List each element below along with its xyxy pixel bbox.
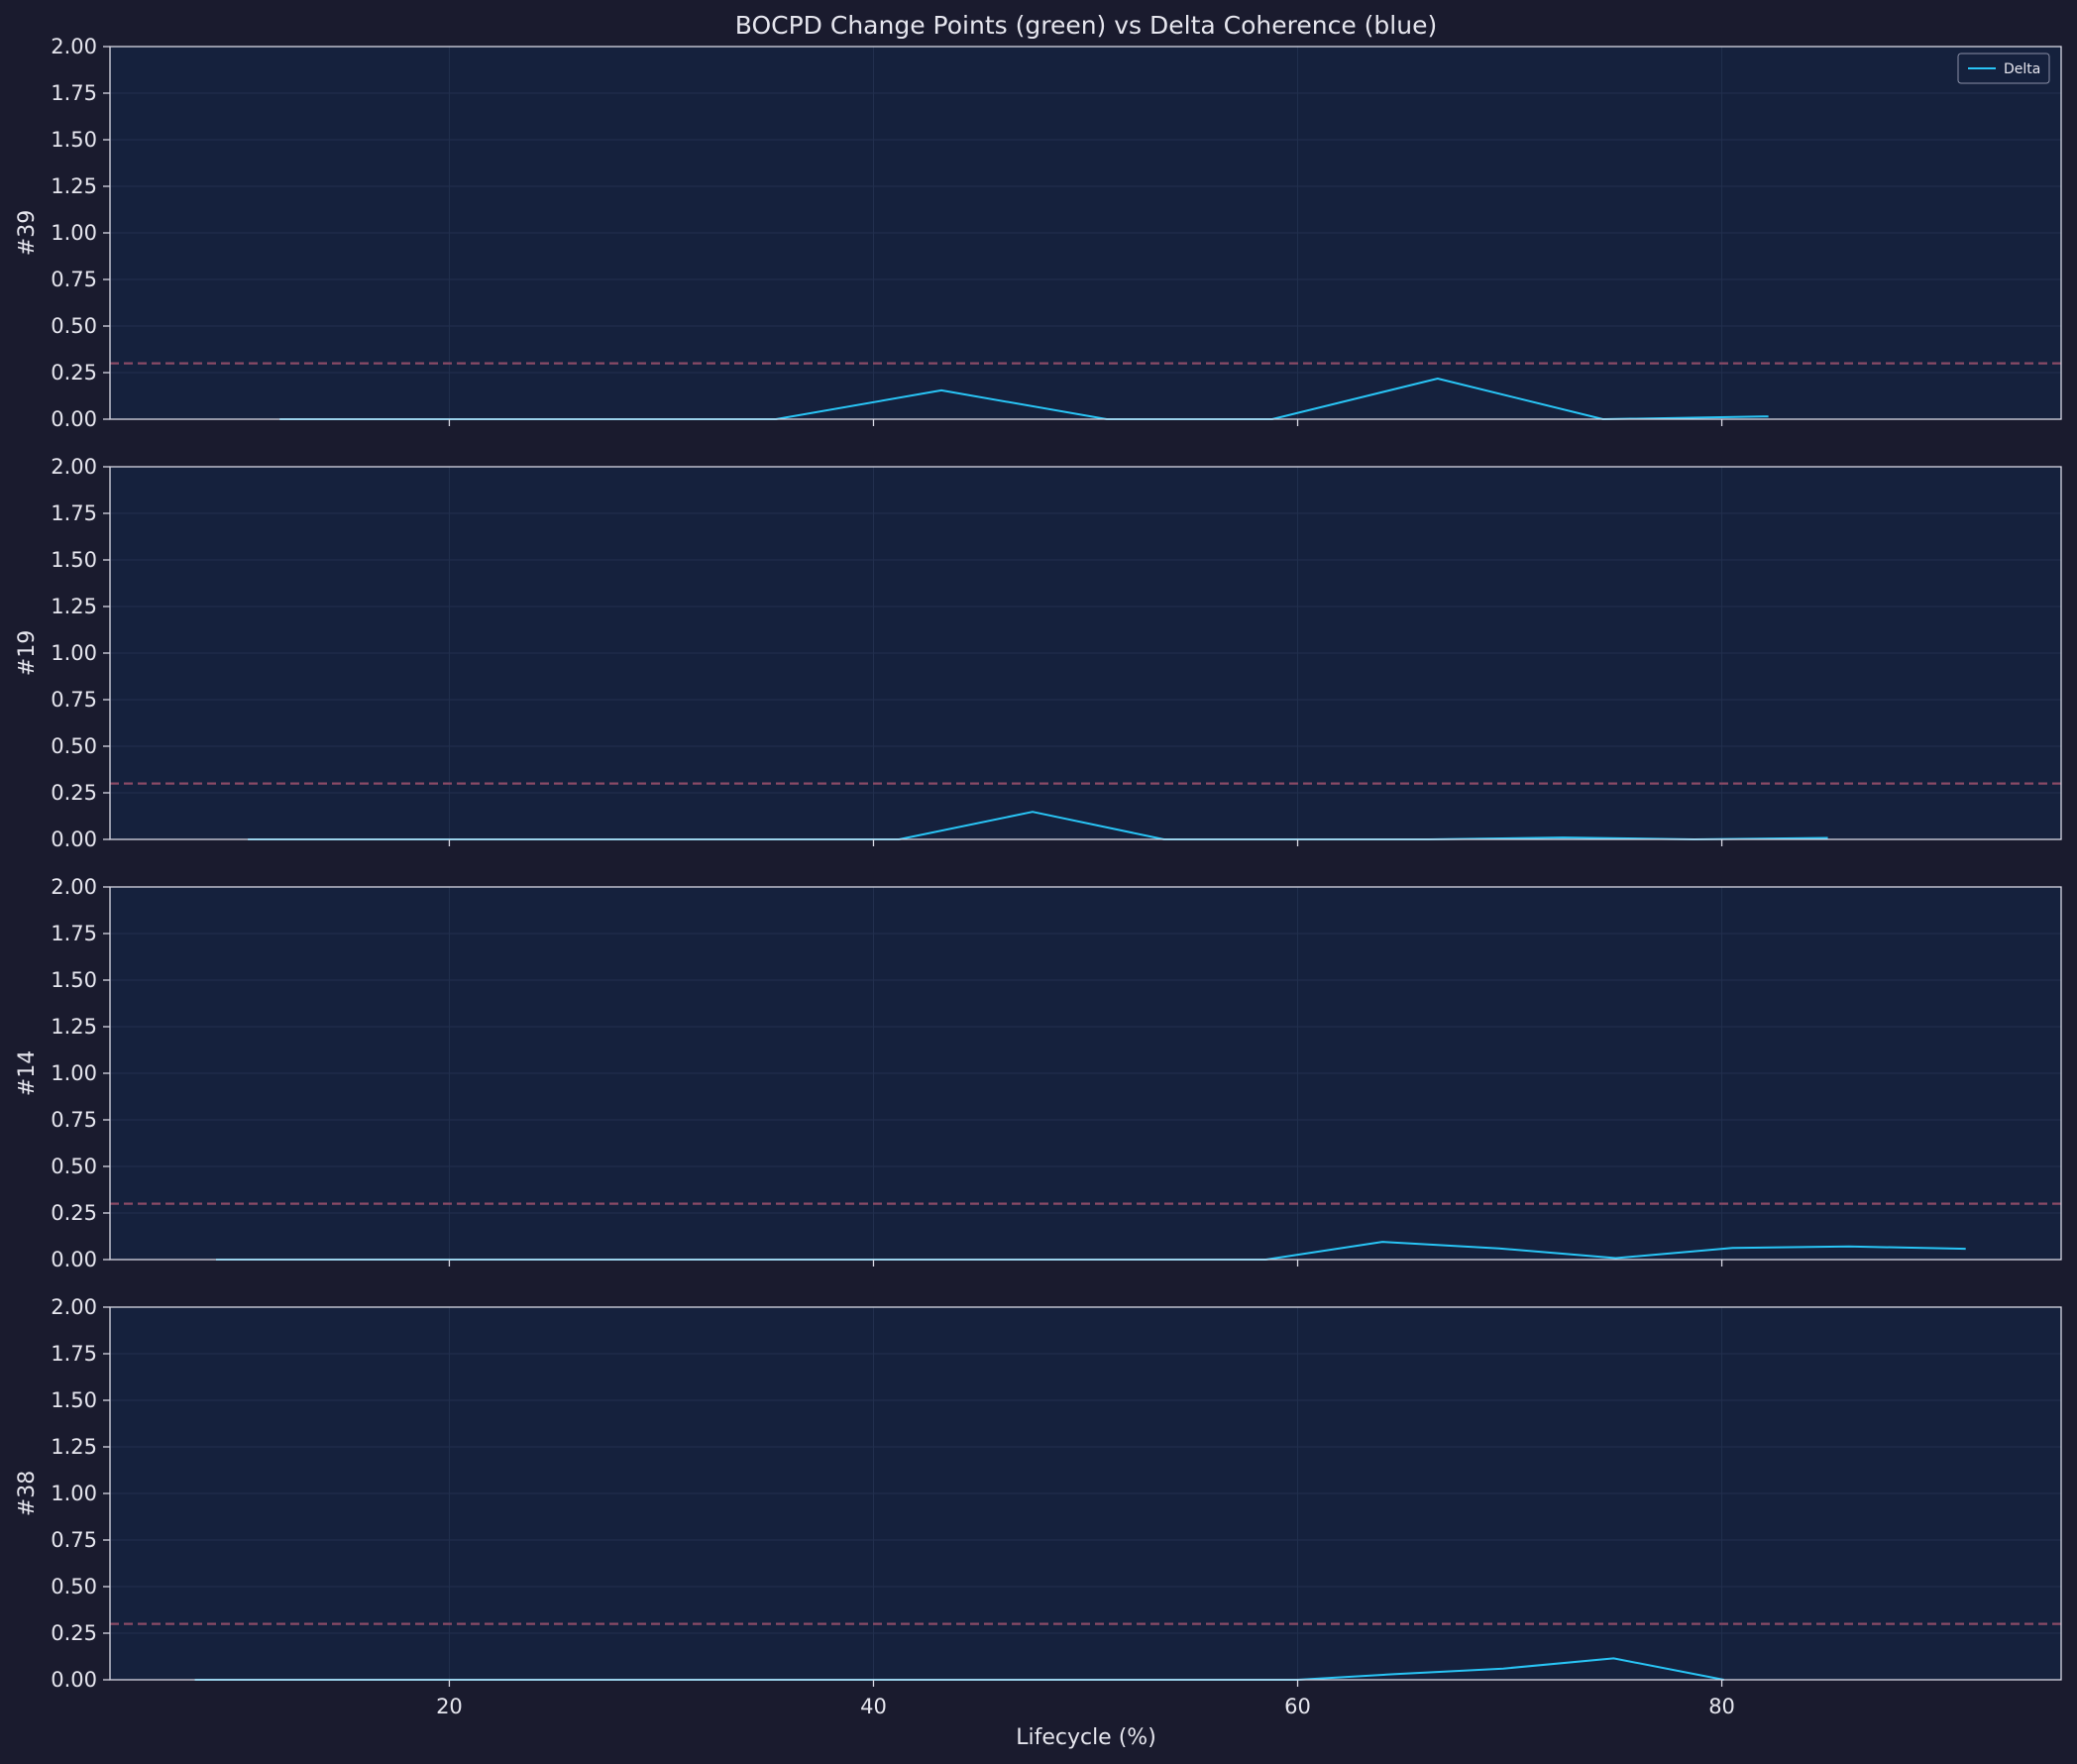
y-tick-label: 1.25 [51, 595, 97, 618]
y-tick-label: 0.75 [51, 688, 97, 712]
y-tick-label: 1.25 [51, 174, 97, 198]
y-tick-label: 2.00 [51, 455, 97, 479]
y-tick-label: 1.75 [51, 81, 97, 105]
chart-figure: BOCPD Change Points (green) vs Delta Coh… [0, 0, 2077, 1764]
y-tick-label: 0.50 [51, 734, 97, 758]
legend-entry: Delta [2004, 61, 2040, 77]
y-axis-label: #14 [15, 1050, 40, 1096]
y-tick-label: 0.00 [51, 1248, 97, 1271]
y-tick-label: 1.50 [51, 968, 97, 992]
subplot-4: 0.00 0.25 0.50 0.75 1.00 1.25 1.50 1.75 2.00 20 40… [15, 1295, 2062, 1718]
y-tick-label: 1.00 [51, 641, 97, 665]
y-axis-label: #39 [15, 210, 40, 256]
y-tick-label: 1.75 [51, 501, 97, 525]
y-tick-label: 0.50 [51, 1155, 97, 1178]
subplot-2: 0.00 0.25 0.50 0.75 1.00 1.25 1.50 1.75 2.00 #19 [15, 455, 2062, 851]
y-tick-label: 1.75 [51, 1342, 97, 1366]
y-tick-label: 0.00 [51, 407, 97, 431]
y-tick-label: 1.25 [51, 1435, 97, 1459]
y-tick-label: 1.50 [51, 548, 97, 572]
y-axis-label: #19 [15, 630, 40, 676]
legend: Delta [1957, 53, 2050, 84]
y-tick-label: 0.50 [51, 314, 97, 338]
subplot-3: 0.00 0.25 0.50 0.75 1.00 1.25 1.50 1.75 2.00 #14 [15, 875, 2062, 1271]
y-tick-label: 0.75 [51, 1528, 97, 1552]
chart-title: BOCPD Change Points (green) vs Delta Coh… [735, 11, 1437, 40]
y-tick-label: 0.75 [51, 1108, 97, 1132]
x-tick-label: 60 [1284, 1695, 1311, 1718]
y-tick-label: 1.50 [51, 1388, 97, 1412]
y-tick-label: 2.00 [51, 35, 97, 58]
y-tick-label: 0.25 [51, 361, 97, 385]
x-tick-label: 20 [436, 1695, 463, 1718]
x-tick-label: 80 [1708, 1695, 1735, 1718]
y-tick-label: 0.00 [51, 1668, 97, 1692]
y-tick-label: 0.25 [51, 781, 97, 805]
y-tick-label: 1.00 [51, 1061, 97, 1085]
x-tick-label: 40 [860, 1695, 887, 1718]
y-tick-label: 1.00 [51, 1482, 97, 1505]
x-axis-label: Lifecycle (%) [1016, 1725, 1156, 1750]
y-tick-label: 1.50 [51, 128, 97, 152]
y-tick-label: 1.00 [51, 221, 97, 245]
y-axis-label: #38 [15, 1471, 40, 1516]
y-tick-label: 2.00 [51, 1295, 97, 1319]
y-tick-label: 1.75 [51, 922, 97, 945]
y-tick-label: 1.25 [51, 1015, 97, 1039]
y-tick-label: 0.75 [51, 268, 97, 291]
y-tick-label: 0.25 [51, 1201, 97, 1225]
y-tick-label: 0.50 [51, 1575, 97, 1599]
subplot-1: 0.00 0.25 0.50 0.75 1.00 1.25 1.50 1.75 2.00 #39 D… [15, 35, 2062, 431]
y-tick-label: 0.25 [51, 1621, 97, 1645]
y-tick-label: 2.00 [51, 875, 97, 899]
y-tick-label: 0.00 [51, 827, 97, 851]
